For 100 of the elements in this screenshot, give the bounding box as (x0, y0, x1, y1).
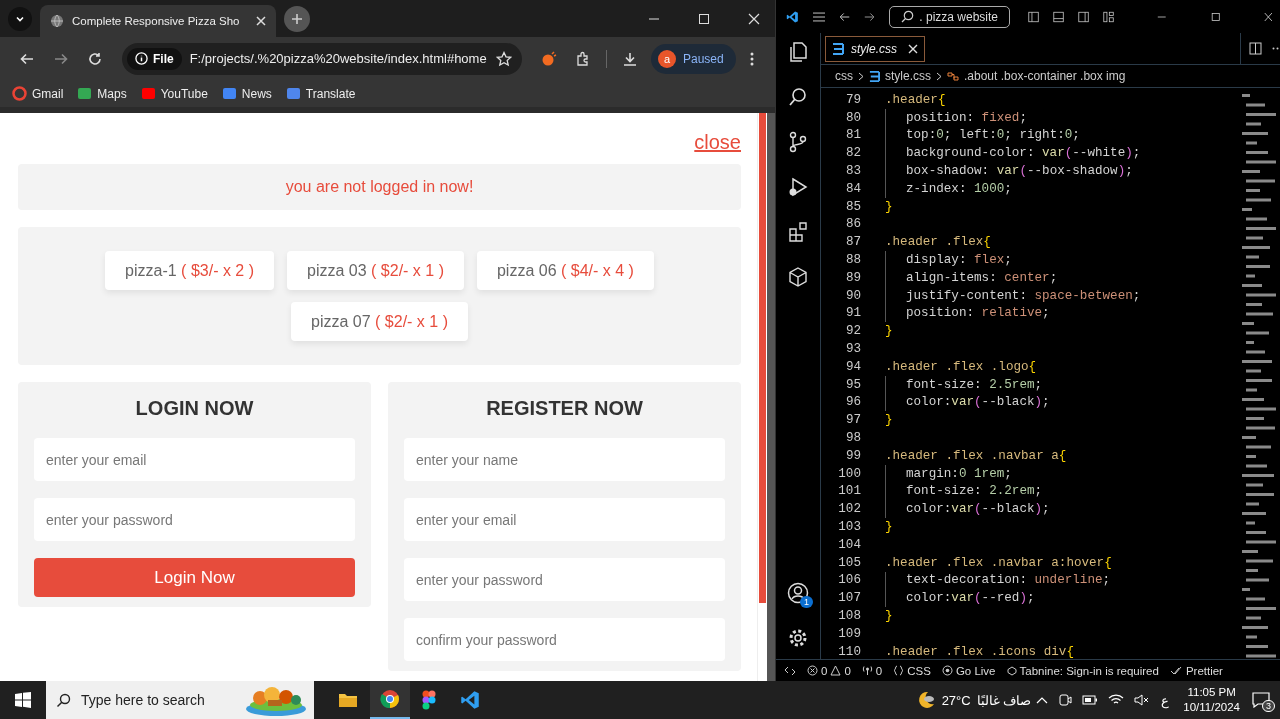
weather-text: صاف غالبًا (976, 692, 1032, 708)
css-file-icon (869, 70, 880, 82)
breadcrumb[interactable]: style.css (885, 69, 931, 83)
folder-icon[interactable] (338, 691, 358, 709)
code-line: justify-content: space-between; (906, 288, 1141, 303)
line-number: 80 (844, 110, 862, 125)
bookmark-link[interactable]: Maps (77, 86, 127, 101)
input-field[interactable]: enter your email (404, 498, 725, 541)
layout-icon[interactable] (1027, 9, 1039, 24)
login-button[interactable]: Login Now (34, 558, 355, 597)
editor-tab[interactable]: style.css (825, 35, 925, 62)
split-editor-icon[interactable] (1249, 42, 1262, 55)
taskbar-button[interactable] (370, 681, 410, 719)
menu-icon[interactable] (812, 10, 826, 23)
line-number: 82 (844, 146, 862, 161)
reload-icon[interactable] (87, 50, 103, 67)
wifi-icon[interactable] (1108, 694, 1125, 706)
line-number: 103 (837, 520, 862, 534)
extensions-icon[interactable] (787, 221, 809, 243)
tab-title: style.css (851, 41, 898, 56)
bookmark-favicon-icon (12, 86, 27, 101)
settings-icon[interactable] (787, 627, 809, 649)
star-icon[interactable] (496, 50, 512, 67)
css-file-icon (832, 42, 844, 55)
remote-icon[interactable] (784, 664, 796, 677)
code-line: color:var(--black); (906, 502, 1050, 517)
new-tab-button[interactable] (284, 5, 310, 32)
hexagon-icon (1006, 665, 1017, 676)
time-text: 11:05 PM (1187, 685, 1236, 700)
clock[interactable]: 11:05 PM 10/11/2024 (1183, 685, 1240, 715)
bookmark-link[interactable]: Translate (285, 86, 356, 101)
close-icon[interactable] (1264, 10, 1273, 23)
line-number: 110 (837, 644, 862, 659)
forward-icon[interactable] (864, 10, 876, 23)
more-icon[interactable] (1272, 47, 1280, 50)
search-icon[interactable] (787, 86, 809, 108)
bookmark-link[interactable]: Gmail (12, 86, 64, 101)
menu-icon[interactable] (748, 50, 755, 67)
breadcrumb[interactable]: css (835, 69, 853, 83)
maximize-icon[interactable] (698, 12, 710, 25)
command-search-field[interactable]: . pizza website (889, 5, 1010, 28)
layout-icon[interactable] (1103, 9, 1115, 24)
start-icon[interactable] (14, 691, 32, 709)
warning-icon (830, 665, 842, 676)
files-icon[interactable] (787, 41, 809, 63)
code-line: .header .flex{ (885, 235, 991, 250)
cart-item: pizza 07 ( $2/- x 1 ) (291, 302, 468, 341)
braces-icon (893, 665, 905, 676)
extension-icon[interactable] (541, 50, 557, 67)
close-icon[interactable] (256, 16, 266, 26)
taskbar-search-field[interactable]: Type here to search (46, 681, 314, 719)
maximize-icon[interactable] (1210, 10, 1221, 23)
back-icon[interactable] (839, 10, 851, 23)
notification-count: 3 (1262, 700, 1275, 712)
code-editor-icon[interactable] (460, 690, 480, 710)
cube-icon[interactable] (787, 266, 809, 288)
cart-item: pizza 06 ( $4/- x 4 ) (476, 251, 654, 290)
source-control-icon[interactable] (787, 131, 809, 153)
form-title: REGISTER NOW (485, 396, 644, 421)
input-language[interactable]: ع (1161, 692, 1170, 708)
error-icon (807, 665, 818, 676)
input-field[interactable]: enter your password (34, 498, 355, 541)
line-number: 79 (844, 92, 862, 107)
run-debug-icon[interactable] (787, 176, 809, 198)
line-number: 107 (837, 591, 862, 606)
search-placeholder: Type here to search (81, 692, 206, 708)
prettier-status[interactable]: Prettier (1169, 664, 1223, 677)
code-line: .header .flex .icons div{ (885, 644, 1074, 659)
language-mode[interactable]: CSS (893, 664, 931, 677)
layout-icon[interactable] (1078, 9, 1090, 24)
line-number: 96 (844, 395, 862, 410)
browser-tab[interactable]: Complete Responsive Pizza Sho (40, 5, 276, 37)
download-icon[interactable] (622, 50, 638, 67)
close-icon[interactable] (748, 12, 760, 25)
layout-icon[interactable] (1052, 9, 1065, 24)
muted-speaker-icon[interactable] (1134, 694, 1151, 706)
input-field[interactable]: enter your name (404, 438, 725, 481)
close-link[interactable]: close (694, 131, 741, 154)
profile-button[interactable]: a Paused (651, 43, 736, 74)
notification-icon[interactable] (1252, 692, 1270, 708)
bookmark-link[interactable]: YouTube (140, 86, 208, 101)
info-icon (135, 52, 148, 65)
input-field[interactable]: enter your email (34, 438, 355, 481)
close-icon[interactable] (908, 43, 918, 54)
breadcrumb[interactable]: .about .box-container .box img (964, 69, 1126, 83)
go-live-button[interactable]: Go Live (941, 664, 996, 677)
chevron-up-icon[interactable] (1036, 696, 1049, 704)
problems-indicator[interactable]: 0 0 (807, 664, 851, 677)
site-info-chip[interactable]: File (127, 47, 182, 70)
puzzle-icon[interactable] (575, 50, 591, 67)
bookmark-link[interactable]: News (221, 86, 272, 101)
input-field[interactable]: enter your password (404, 558, 725, 601)
input-field[interactable]: confirm your password (404, 618, 725, 661)
address-bar[interactable]: File F:/projects/.%20pizza%20website/index.html#home (122, 42, 522, 75)
account-icon[interactable] (787, 582, 809, 604)
ports-indicator[interactable]: 0 (861, 664, 883, 677)
tab-list-button[interactable] (8, 6, 32, 31)
tabnine-status[interactable]: Tabnine: Sign-in is required (1006, 664, 1159, 677)
figma-icon[interactable] (422, 690, 436, 710)
scrollbar-thumb[interactable] (759, 113, 766, 603)
